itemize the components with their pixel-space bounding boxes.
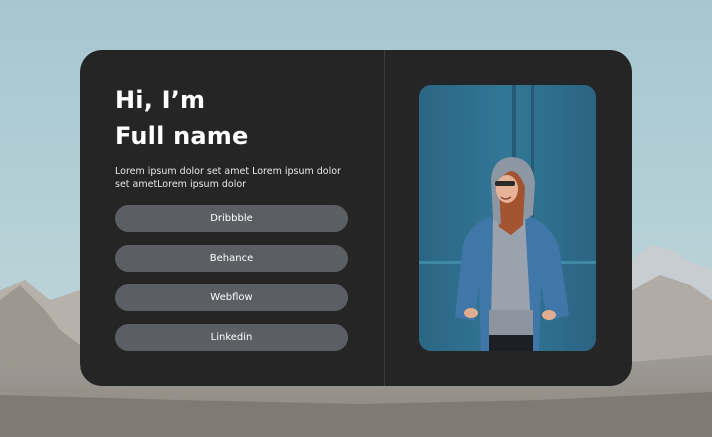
profile-card: Hi, I’m Full name Lorem ipsum dolor set …	[80, 50, 632, 386]
behance-link-button[interactable]: Behance	[115, 244, 348, 272]
dribbble-link-button[interactable]: Dribbble	[115, 205, 348, 232]
full-name-heading: Full name	[115, 122, 249, 150]
linkedin-link-button[interactable]: Linkedin	[115, 323, 348, 351]
profile-intro: Hi, I’m Full name Lorem ipsum dolor set …	[115, 82, 355, 191]
social-links: Dribbble Behance Webflow Linkedin	[115, 205, 348, 363]
webflow-link-button[interactable]: Webflow	[115, 284, 348, 311]
greeting-heading: Hi, I’m	[115, 86, 206, 114]
portrait-photo	[419, 85, 596, 351]
profile-description: Lorem ipsum dolor set amet Lorem ipsum d…	[115, 166, 341, 190]
profile-page: Hi, I’m Full name Lorem ipsum dolor set …	[0, 0, 712, 437]
card-divider	[384, 50, 385, 386]
